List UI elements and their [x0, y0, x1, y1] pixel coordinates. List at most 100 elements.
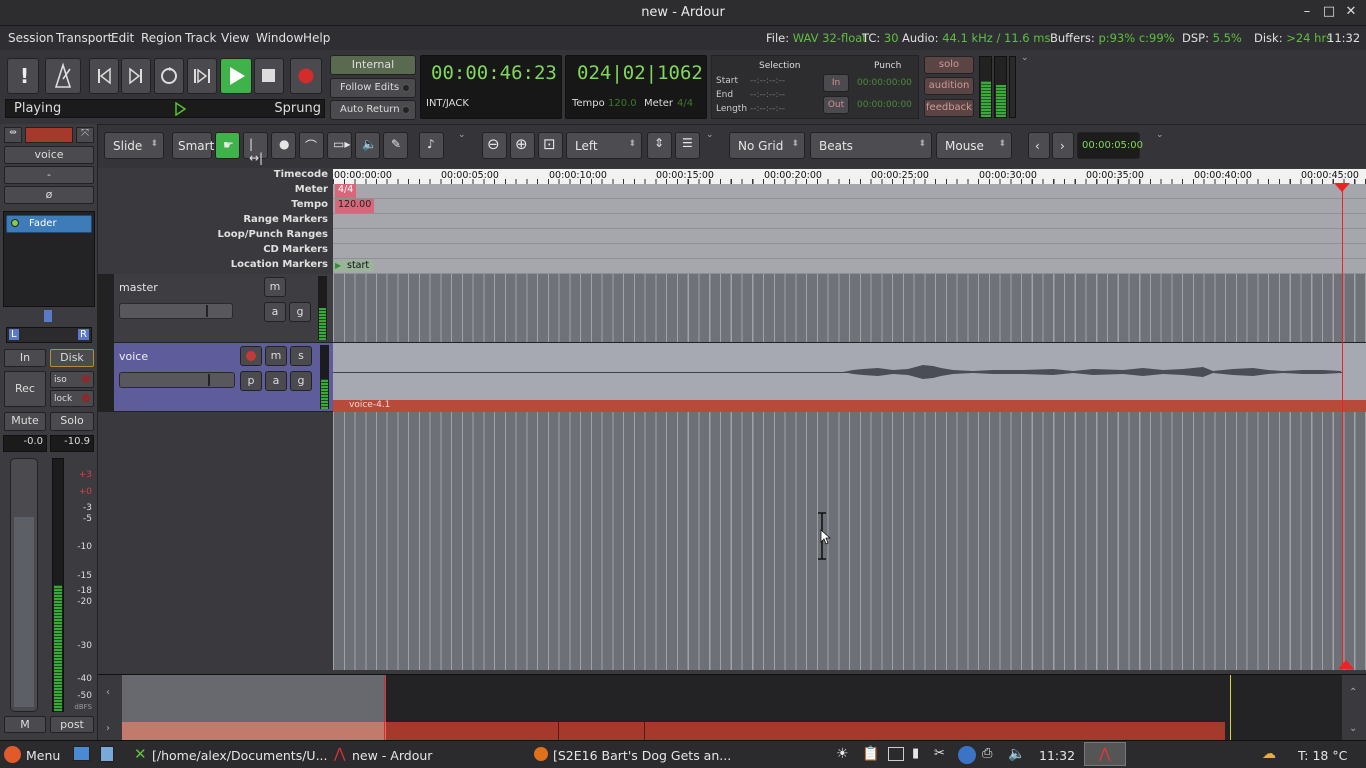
- selection-start[interactable]: --:--:--:--: [750, 76, 785, 86]
- taskbar-window-ardour[interactable]: new - Ardour: [352, 748, 432, 763]
- range-tool-button[interactable]: |↔|: [243, 132, 268, 165]
- track-name[interactable]: master: [119, 281, 158, 294]
- menu-transport[interactable]: Transport: [56, 31, 112, 45]
- nudge-back-button[interactable]: ‹: [1028, 132, 1050, 159]
- disk-monitor-button[interactable]: Disk: [50, 349, 94, 367]
- summary-scroll-right[interactable]: ⌃ ⌄: [1342, 675, 1366, 741]
- play-button[interactable]: [220, 58, 252, 94]
- minimize-icon[interactable]: –: [1298, 4, 1316, 19]
- chevron-down-icon[interactable]: ⌄: [706, 130, 714, 140]
- summary-scroll-left[interactable]: ‹ ›: [98, 675, 122, 741]
- ruler-label-range[interactable]: Range Markers: [98, 214, 333, 229]
- group-button[interactable]: g: [289, 302, 311, 322]
- error-log-button[interactable]: !: [7, 58, 39, 94]
- master-track-lane[interactable]: [333, 274, 1366, 343]
- selection-end[interactable]: --:--:--:--: [750, 90, 785, 100]
- goto-end-button[interactable]: [121, 58, 151, 94]
- secondary-clock[interactable]: 024|02|1062 Tempo 120.0 Meter 4/4: [565, 55, 707, 119]
- ruler-label-location[interactable]: Location Markers: [98, 259, 333, 274]
- playlist-button[interactable]: p: [240, 371, 262, 391]
- strip-name-button[interactable]: voice: [4, 146, 94, 164]
- sync-internal-button[interactable]: Internal: [330, 55, 416, 75]
- close-icon[interactable]: ✕: [1342, 4, 1360, 19]
- auto-return-button[interactable]: Auto Return: [330, 100, 416, 120]
- menu-session[interactable]: Session: [8, 31, 54, 45]
- iso-button[interactable]: iso: [50, 371, 94, 388]
- zoom-in-button[interactable]: ⊕: [510, 132, 535, 159]
- hide-strip-icon[interactable]: ⤧: [76, 127, 94, 143]
- audio-region[interactable]: voice-4.1: [333, 343, 1366, 412]
- solo-monitor-button[interactable]: solo: [924, 56, 974, 74]
- zoom-out-button[interactable]: ⊖: [482, 132, 507, 159]
- grab-tool-button[interactable]: ☛: [215, 132, 240, 159]
- rec-arm-button[interactable]: [240, 346, 262, 366]
- chevron-down-icon[interactable]: ⌄: [1021, 53, 1029, 63]
- panner[interactable]: L R: [6, 327, 92, 343]
- utility-icon[interactable]: ✂: [934, 746, 945, 761]
- expand-tracks-button[interactable]: ☰: [675, 132, 700, 159]
- solo-button[interactable]: Solo: [50, 412, 94, 431]
- chevron-down-icon[interactable]: ⌄: [1156, 130, 1164, 140]
- play-range-button[interactable]: [187, 58, 217, 94]
- ruler-label-meter[interactable]: Meter: [98, 184, 333, 199]
- feedback-button[interactable]: feedback: [924, 99, 974, 117]
- smart-mode-button[interactable]: Smart: [172, 132, 214, 159]
- loop-punch-ruler[interactable]: [333, 229, 1366, 244]
- brightness-icon[interactable]: ☀: [836, 746, 849, 762]
- metronome-button[interactable]: [45, 58, 81, 94]
- start-menu-button[interactable]: Menu: [26, 748, 60, 763]
- selection-length[interactable]: --:--:--:--: [750, 104, 785, 114]
- ruler-label-tempo[interactable]: Tempo: [98, 199, 333, 214]
- cd-markers-ruler[interactable]: [333, 244, 1366, 259]
- menu-edit[interactable]: Edit: [111, 31, 134, 45]
- playhead[interactable]: [1342, 183, 1343, 670]
- meter-point-m-button[interactable]: M: [4, 716, 46, 733]
- meter-marker[interactable]: 4/4: [335, 184, 357, 198]
- pan-handle[interactable]: [44, 310, 52, 322]
- voice-track-lane[interactable]: voice-4.1: [333, 343, 1366, 412]
- location-markers-ruler[interactable]: start ▶: [333, 259, 1366, 274]
- primary-clock[interactable]: 00:00:46:23 INT/JACK: [420, 55, 562, 119]
- input-button[interactable]: -: [4, 166, 94, 184]
- track-gain-fader[interactable]: [119, 303, 233, 319]
- shrink-tracks-button[interactable]: ⇕: [647, 132, 672, 159]
- range-markers-ruler[interactable]: [333, 214, 1366, 229]
- phase-invert-button[interactable]: ø: [4, 186, 94, 204]
- nudge-clock[interactable]: 00:00:05:00: [1077, 132, 1143, 159]
- clipboard-icon[interactable]: 📋: [862, 746, 879, 762]
- edit-point-select[interactable]: Mouse: [936, 132, 1012, 159]
- follow-edits-button[interactable]: Follow Edits: [330, 78, 416, 98]
- zoom-focus-select[interactable]: Left: [566, 132, 642, 159]
- menu-window[interactable]: Window: [256, 31, 303, 45]
- width-icon[interactable]: ⇹: [4, 127, 22, 143]
- playhead-bottom-icon[interactable]: [1338, 660, 1355, 670]
- input-monitor-button[interactable]: In: [4, 349, 46, 367]
- grid-mode-select[interactable]: No Grid: [729, 132, 805, 159]
- automation-button[interactable]: a: [265, 371, 287, 391]
- volume-icon[interactable]: 🔈: [1008, 746, 1025, 762]
- gain-fader[interactable]: [10, 458, 38, 712]
- editor-canvas[interactable]: [333, 412, 1366, 670]
- terminal-icon[interactable]: [888, 747, 904, 761]
- timecode-ruler[interactable]: 00:00:00:00 00:00:05:00 00:00:10:00 00:0…: [333, 169, 1366, 184]
- grid-type-select[interactable]: Beats: [810, 132, 932, 159]
- rec-enable-button[interactable]: Rec: [4, 371, 46, 407]
- audition-button[interactable]: audition: [924, 77, 974, 95]
- stretch-tool-button[interactable]: ▭▸: [327, 132, 352, 159]
- record-button[interactable]: [290, 58, 322, 94]
- group-button[interactable]: g: [290, 371, 312, 391]
- stop-button[interactable]: [254, 58, 284, 94]
- desktop-icon[interactable]: [73, 746, 90, 761]
- playhead-top-icon[interactable]: [1334, 183, 1351, 193]
- track-name[interactable]: voice: [119, 350, 148, 363]
- mute-button[interactable]: m: [265, 346, 287, 366]
- content-tool-button[interactable]: ✎: [383, 132, 408, 159]
- voice-track-header[interactable]: voice m s p a g: [114, 343, 333, 412]
- ruler-label-cd[interactable]: CD Markers: [98, 244, 333, 259]
- edit-mode-select[interactable]: Slide: [104, 132, 164, 159]
- menu-help[interactable]: Help: [303, 31, 330, 45]
- punch-in-button[interactable]: In: [823, 74, 849, 92]
- menu-region[interactable]: Region: [141, 31, 182, 45]
- goto-start-button[interactable]: [89, 58, 119, 94]
- audition-tool-button[interactable]: 🔈: [355, 132, 380, 159]
